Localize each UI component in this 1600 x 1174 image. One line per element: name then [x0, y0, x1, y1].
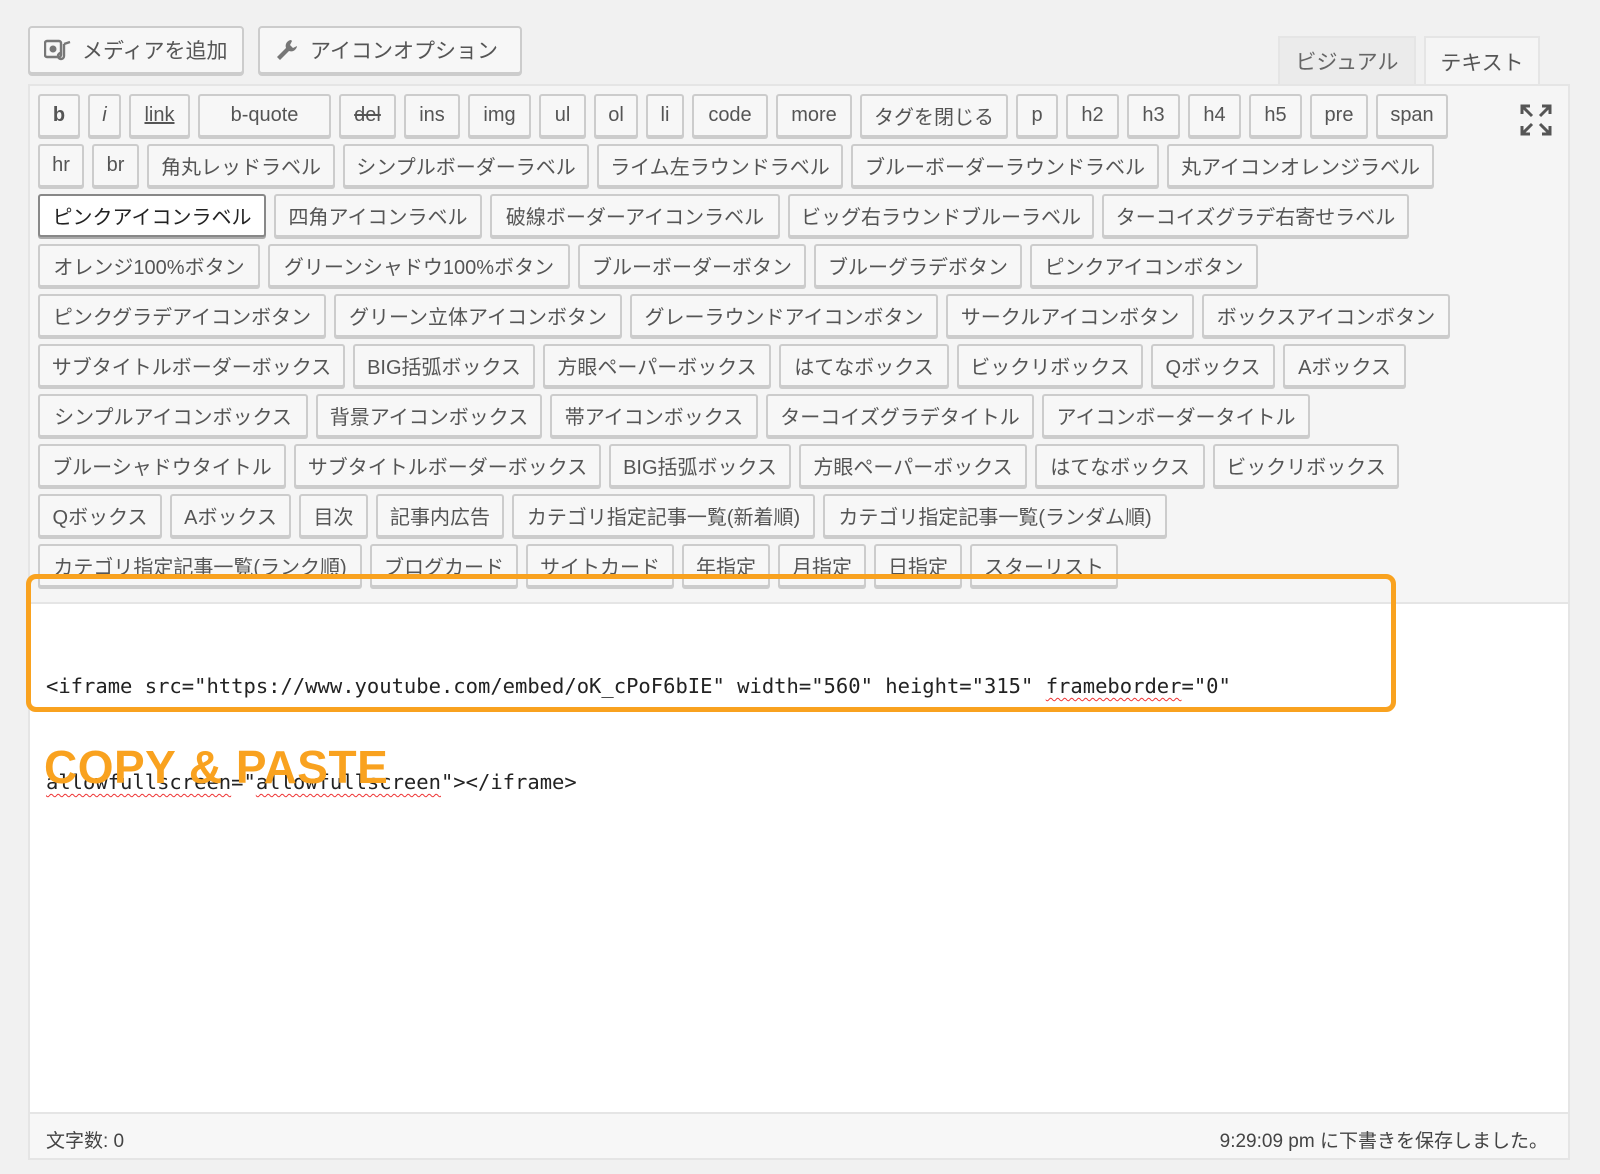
qt-del-button[interactable]: del — [339, 94, 396, 137]
icon-option-label: アイコンオプション — [310, 39, 498, 63]
qt-box-button[interactable]: ビックリボックス — [1213, 444, 1399, 487]
qt-h4-button[interactable]: h4 — [1188, 94, 1241, 137]
qt-box-button[interactable]: はてなボックス — [1035, 444, 1205, 487]
media-icon — [44, 39, 71, 61]
qt-link-button[interactable]: link — [129, 94, 190, 137]
add-media-button[interactable]: メディアを追加 — [28, 26, 244, 74]
qt-label-button[interactable]: ライム左ラウンドラベル — [597, 144, 843, 187]
qt-button-style-button[interactable]: グリーン立体アイコンボタン — [334, 294, 622, 337]
qt-label-button[interactable]: 四角アイコンラベル — [274, 194, 482, 237]
qt-box-button[interactable]: Aボックス — [170, 494, 291, 537]
code-line-1: <iframe src="https://www.youtube.com/emb… — [46, 670, 1526, 702]
qt-h5-button[interactable]: h5 — [1249, 94, 1302, 137]
qt-button-style-button[interactable]: ブルーグラデボタン — [814, 244, 1022, 287]
qt-bquote-button[interactable]: b-quote — [198, 94, 331, 137]
code-segment: "></iframe> — [440, 770, 577, 794]
word-count: 文字数: 0 — [46, 1131, 125, 1152]
qt-img-button[interactable]: img — [468, 94, 531, 137]
qt-italic-button[interactable]: i — [88, 94, 121, 137]
qt-label-button[interactable]: シンプルボーダーラベル — [343, 144, 589, 187]
copy-paste-annotation: COPY & PASTE — [44, 741, 389, 793]
tab-visual[interactable]: ビジュアル — [1278, 36, 1416, 84]
qt-br-button[interactable]: br — [92, 144, 139, 187]
qt-box-button[interactable]: Qボックス — [1151, 344, 1275, 387]
qt-button-style-button[interactable]: ブルーボーダーボタン — [578, 244, 806, 287]
code-segment: frameborder — [1045, 674, 1182, 698]
quicktags-toolbar: b i link b-quote del ins img ul ol li co… — [30, 86, 1568, 604]
qt-blogcard-button[interactable]: ブログカード — [370, 544, 518, 587]
qt-button-style-button[interactable]: サークルアイコンボタン — [946, 294, 1194, 337]
qt-category-list-button[interactable]: カテゴリ指定記事一覧(新着順) — [512, 494, 815, 537]
qt-ad-button[interactable]: 記事内広告 — [376, 494, 504, 537]
qt-box-button[interactable]: サブタイトルボーダーボックス — [294, 444, 601, 487]
qt-title-button[interactable]: ブルーシャドウタイトル — [38, 444, 286, 487]
qt-button-style-button[interactable]: グリーンシャドウ100%ボタン — [268, 244, 570, 287]
status-bar: 文字数: 0 9:29:09 pm に下書きを保存しました。 — [30, 1112, 1568, 1158]
qt-ol-button[interactable]: ol — [594, 94, 638, 137]
qt-ins-button[interactable]: ins — [404, 94, 460, 137]
qt-box-button[interactable]: 背景アイコンボックス — [316, 394, 542, 437]
wrench-icon — [277, 40, 297, 60]
add-media-label: メディアを追加 — [82, 39, 228, 63]
qt-box-button[interactable]: 方眼ペーパーボックス — [543, 344, 771, 387]
qt-box-button[interactable]: BIG括弧ボックス — [353, 344, 535, 387]
qt-label-button[interactable]: 角丸レッドラベル — [147, 144, 335, 187]
qt-box-button[interactable]: Aボックス — [1283, 344, 1406, 387]
qt-year-button[interactable]: 年指定 — [682, 544, 770, 587]
code-segment: ="0" — [1181, 674, 1231, 698]
qt-category-list-button[interactable]: カテゴリ指定記事一覧(ランダム順) — [823, 494, 1167, 537]
qt-box-button[interactable]: 帯アイコンボックス — [550, 394, 758, 437]
code-segment: <iframe src="https://www.youtube.com/emb… — [46, 674, 1046, 698]
qt-span-button[interactable]: span — [1376, 94, 1448, 137]
qt-more-button[interactable]: more — [776, 94, 852, 137]
qt-bold-button[interactable]: b — [38, 94, 80, 137]
qt-button-style-button[interactable]: オレンジ100%ボタン — [38, 244, 260, 287]
qt-box-button[interactable]: はてなボックス — [779, 344, 949, 387]
qt-button-style-button[interactable]: ボックスアイコンボタン — [1202, 294, 1450, 337]
qt-h2-button[interactable]: h2 — [1066, 94, 1119, 137]
qt-box-button[interactable]: Qボックス — [38, 494, 162, 537]
qt-pre-button[interactable]: pre — [1310, 94, 1368, 137]
editor-textarea[interactable]: <iframe src="https://www.youtube.com/emb… — [46, 606, 1526, 862]
autosave-status: 9:29:09 pm に下書きを保存しました。 — [1219, 1131, 1548, 1152]
qt-p-button[interactable]: p — [1016, 94, 1058, 137]
qt-label-button[interactable]: ビッグ右ラウンドブルーラベル — [788, 194, 1094, 237]
qt-code-button[interactable]: code — [692, 94, 768, 137]
tab-visual-label: ビジュアル — [1295, 50, 1399, 74]
qt-hr-button[interactable]: hr — [38, 144, 84, 187]
icon-option-button[interactable]: アイコンオプション — [258, 26, 522, 74]
qt-month-button[interactable]: 月指定 — [778, 544, 866, 587]
qt-box-button[interactable]: 方眼ペーパーボックス — [799, 444, 1027, 487]
qt-title-button[interactable]: アイコンボーダータイトル — [1042, 394, 1310, 437]
qt-label-button[interactable]: 破線ボーダーアイコンラベル — [490, 194, 780, 237]
qt-box-button[interactable]: シンプルアイコンボックス — [38, 394, 308, 437]
qt-label-button[interactable]: ブルーボーダーラウンドラベル — [851, 144, 1159, 187]
qt-box-button[interactable]: ビックリボックス — [957, 344, 1143, 387]
qt-ul-button[interactable]: ul — [539, 94, 586, 137]
qt-category-list-button[interactable]: カテゴリ指定記事一覧(ランク順) — [38, 544, 362, 587]
qt-star-list-button[interactable]: スターリスト — [970, 544, 1118, 587]
qt-button-style-button[interactable]: ピンクグラデアイコンボタン — [38, 294, 326, 337]
qt-close-tags-button[interactable]: タグを閉じる — [860, 94, 1008, 137]
fullscreen-icon[interactable] — [1518, 102, 1554, 138]
qt-li-button[interactable]: li — [646, 94, 684, 137]
qt-box-button[interactable]: サブタイトルボーダーボックス — [38, 344, 345, 387]
qt-day-button[interactable]: 日指定 — [874, 544, 962, 587]
qt-label-button[interactable]: 丸アイコンオレンジラベル — [1167, 144, 1434, 187]
qt-title-button[interactable]: ターコイズグラデタイトル — [766, 394, 1034, 437]
tab-text[interactable]: テキスト — [1424, 36, 1540, 86]
tab-text-label: テキスト — [1440, 51, 1524, 75]
qt-label-button[interactable]: ターコイズグラデ右寄せラベル — [1102, 194, 1409, 237]
qt-button-style-button[interactable]: グレーラウンドアイコンボタン — [630, 294, 938, 337]
qt-label-button[interactable]: ピンクアイコンラベル — [38, 194, 266, 237]
qt-box-button[interactable]: BIG括弧ボックス — [609, 444, 791, 487]
qt-toc-button[interactable]: 目次 — [299, 494, 368, 537]
qt-sitecard-button[interactable]: サイトカード — [526, 544, 674, 587]
editor-container: b i link b-quote del ins img ul ol li co… — [28, 84, 1570, 1160]
qt-h3-button[interactable]: h3 — [1127, 94, 1180, 137]
qt-button-style-button[interactable]: ピンクアイコンボタン — [1030, 244, 1258, 287]
